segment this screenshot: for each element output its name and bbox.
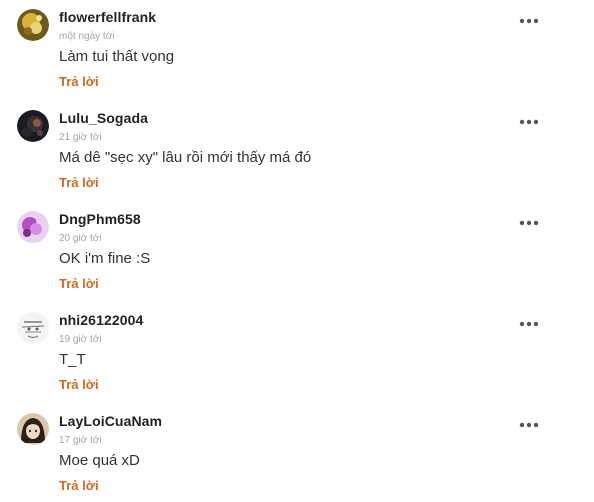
comment-username[interactable]: Lulu_Sogada: [59, 110, 148, 126]
reply-button[interactable]: Trả lời: [59, 276, 99, 291]
avatar-yellow-icon[interactable]: [17, 9, 49, 41]
more-dots-icon[interactable]: [516, 14, 542, 28]
reply-button[interactable]: Trả lời: [59, 175, 99, 190]
comment-item: LayLoiCuaNam 17 giờ tới Moe quá xD Trả l…: [0, 404, 594, 502]
comment-username[interactable]: DngPhm658: [59, 211, 141, 227]
comment-text: Moe quá xD: [59, 452, 140, 469]
more-dots-icon[interactable]: [516, 317, 542, 331]
avatar-dark-icon[interactable]: [17, 110, 49, 142]
comment-timestamp: 17 giờ tới: [59, 435, 102, 446]
comment-text: Má dê "sẹc xy" lâu rồi mới thấy má đó: [59, 149, 312, 166]
comment-item: Lulu_Sogada 21 giờ tới Má dê "sẹc xy" lâ…: [0, 101, 594, 201]
avatar-girl-icon[interactable]: [17, 413, 49, 445]
comment-timestamp: 19 giờ tới: [59, 334, 102, 345]
comment-username[interactable]: LayLoiCuaNam: [59, 413, 162, 429]
comment-item: flowerfellfrank một ngày tới Làm tui thấ…: [0, 0, 594, 100]
comment-text: T_T: [59, 351, 86, 368]
avatar-sketch-icon[interactable]: [17, 312, 49, 344]
comment-item: nhi26122004 19 giờ tới T_T Trả lời: [0, 303, 594, 403]
comment-timestamp: 21 giờ tới: [59, 132, 102, 143]
more-dots-icon[interactable]: [516, 216, 542, 230]
reply-button[interactable]: Trả lời: [59, 74, 99, 89]
avatar-purple-icon[interactable]: [17, 211, 49, 243]
comment-timestamp: 20 giờ tới: [59, 233, 102, 244]
comment-text: OK i'm fine :S: [59, 250, 151, 267]
comment-list: flowerfellfrank một ngày tới Làm tui thấ…: [0, 0, 594, 502]
comment-timestamp: một ngày tới: [59, 31, 115, 42]
reply-button[interactable]: Trả lời: [59, 377, 99, 392]
more-dots-icon[interactable]: [516, 115, 542, 129]
comment-username[interactable]: nhi26122004: [59, 312, 143, 328]
comment-item: DngPhm658 20 giờ tới OK i'm fine :S Trả …: [0, 202, 594, 302]
reply-button[interactable]: Trả lời: [59, 478, 99, 493]
more-dots-icon[interactable]: [516, 418, 542, 432]
comment-username[interactable]: flowerfellfrank: [59, 9, 156, 25]
comment-text: Làm tui thất vọng: [59, 48, 175, 65]
